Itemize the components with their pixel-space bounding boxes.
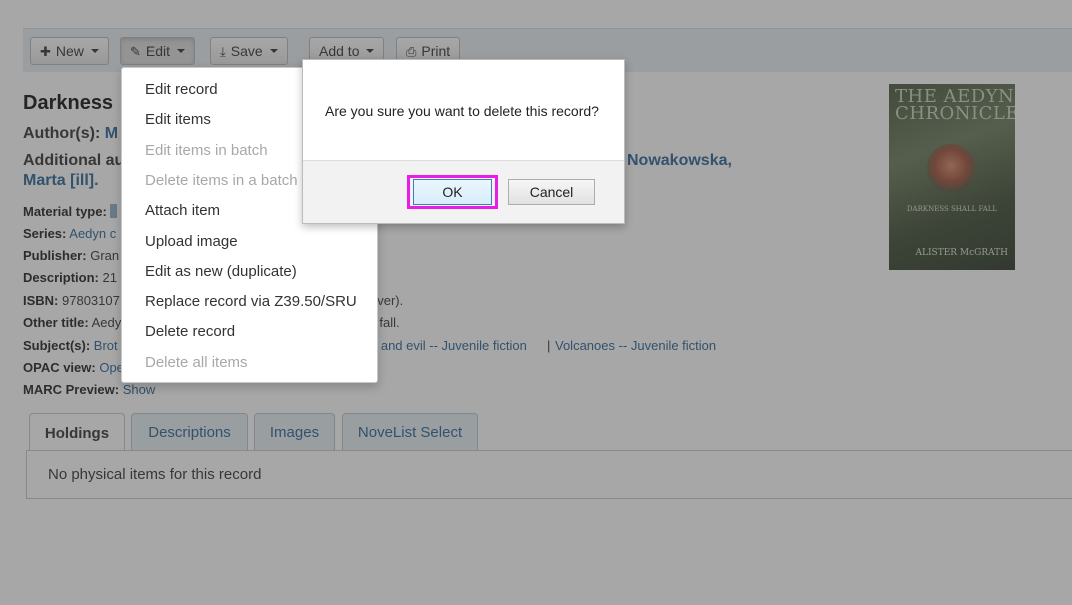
menu-item-delete-record[interactable]: Delete record bbox=[145, 323, 235, 340]
ok-button[interactable]: OK bbox=[413, 179, 492, 205]
menu-item-replace-record-z3950[interactable]: Replace record via Z39.50/SRU bbox=[145, 293, 357, 310]
menu-item-delete-all-items: Delete all items bbox=[145, 354, 248, 371]
confirm-delete-dialog: Are you sure you want to delete this rec… bbox=[302, 59, 625, 224]
dialog-message: Are you sure you want to delete this rec… bbox=[325, 103, 599, 119]
page: ✚ New ✎ Edit ⤓ Save Add to ⎙ Print Darkn… bbox=[0, 0, 1072, 605]
menu-item-edit-items[interactable]: Edit items bbox=[145, 111, 211, 128]
menu-item-upload-image[interactable]: Upload image bbox=[145, 233, 238, 250]
ok-button-highlight: OK bbox=[407, 175, 498, 209]
menu-item-edit-items-in-batch: Edit items in batch bbox=[145, 142, 268, 159]
dialog-footer: OK Cancel bbox=[303, 160, 624, 223]
cancel-button[interactable]: Cancel bbox=[508, 179, 595, 205]
menu-item-delete-items-in-batch: Delete items in a batch bbox=[145, 172, 298, 189]
menu-item-edit-record[interactable]: Edit record bbox=[145, 81, 218, 98]
menu-item-edit-as-new[interactable]: Edit as new (duplicate) bbox=[145, 263, 297, 280]
menu-item-attach-item[interactable]: Attach item bbox=[145, 202, 220, 219]
